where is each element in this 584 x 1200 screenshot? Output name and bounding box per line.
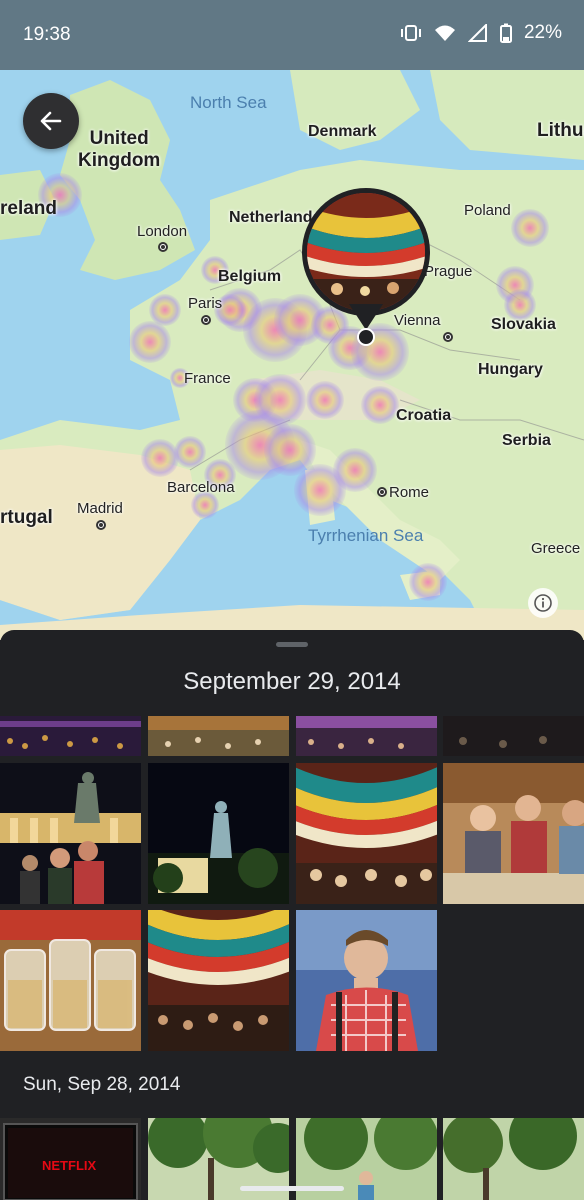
photo-thumbnail[interactable] xyxy=(0,910,141,1051)
heat-spot xyxy=(129,321,171,363)
heat-spot xyxy=(149,294,181,326)
city-dot-rome xyxy=(377,487,387,497)
heat-spot xyxy=(305,380,345,420)
map-info-button[interactable] xyxy=(528,588,558,618)
country-label-ireland: reland xyxy=(0,198,58,219)
city-label-paris: Paris xyxy=(188,295,223,312)
vibrate-icon xyxy=(400,25,421,41)
city-dot-vienna xyxy=(443,332,453,342)
photo-thumbnail[interactable]: NETFLIX xyxy=(0,1118,141,1200)
photo-thumbnail[interactable] xyxy=(443,763,584,904)
country-label-portugal: rtugal xyxy=(0,507,53,528)
city-label-prague: Prague xyxy=(424,263,473,280)
photo-location-pin[interactable] xyxy=(302,188,430,348)
city-dot-madrid xyxy=(96,520,106,530)
photo-thumbnail[interactable] xyxy=(0,763,141,904)
heat-spot xyxy=(140,438,180,478)
battery-icon xyxy=(499,23,512,43)
sea-label-tyrrhenian: Tyrrhenian Sea xyxy=(308,526,424,545)
pin-photo-thumbnail[interactable] xyxy=(302,188,430,316)
photo-thumbnail[interactable] xyxy=(296,910,437,1051)
country-label-serbia: Serbia xyxy=(502,432,551,449)
status-time: 19:38 xyxy=(23,24,71,45)
gesture-nav-handle[interactable] xyxy=(240,1186,344,1191)
cell-signal-icon xyxy=(467,24,487,42)
city-label-barcelona: Barcelona xyxy=(167,479,235,496)
arrow-back-icon xyxy=(40,111,62,131)
country-label-slovakia: Slovakia xyxy=(491,316,556,333)
photo-thumbnail[interactable] xyxy=(148,716,289,756)
photo-thumbnail[interactable] xyxy=(443,716,584,756)
country-label-uk: United Kingdom xyxy=(78,128,161,171)
photos-bottom-sheet[interactable]: September 29, 2014 Sun, Sep 28, 2014 NET… xyxy=(0,630,584,1200)
city-dot-london xyxy=(158,242,168,252)
heat-spot xyxy=(510,208,550,248)
photo-thumbnail[interactable] xyxy=(0,716,141,756)
heat-spot xyxy=(408,562,448,602)
wifi-icon xyxy=(434,25,455,41)
status-icons: 22% xyxy=(400,22,562,44)
city-dot-paris xyxy=(201,315,211,325)
pin-tail xyxy=(349,304,383,330)
city-label-madrid: Madrid xyxy=(77,500,123,517)
country-label-belgium: Belgium xyxy=(218,268,282,285)
country-label-croatia: Croatia xyxy=(396,407,452,424)
heat-spot xyxy=(360,385,400,425)
photo-thumbnail[interactable] xyxy=(443,1118,584,1200)
tv-screen-text: NETFLIX xyxy=(42,1158,97,1173)
heat-spot xyxy=(174,436,206,468)
pin-location-dot xyxy=(357,328,375,346)
photo-thumbnail[interactable] xyxy=(148,763,289,904)
city-label-rome: Rome xyxy=(389,484,430,501)
info-icon xyxy=(534,594,552,612)
photo-thumbnail[interactable] xyxy=(296,763,437,904)
sea-label-north: North Sea xyxy=(190,93,267,112)
sheet-date-title: September 29, 2014 xyxy=(183,668,401,695)
status-bar: 19:38 22% xyxy=(0,0,584,70)
city-label-london: London xyxy=(137,223,188,240)
sheet-drag-handle[interactable] xyxy=(276,642,308,647)
photo-thumbnail[interactable] xyxy=(296,716,437,756)
country-label-poland: Poland xyxy=(464,202,511,219)
back-button[interactable] xyxy=(23,93,79,149)
country-label-denmark: Denmark xyxy=(308,123,377,140)
day-section-label: Sun, Sep 28, 2014 xyxy=(23,1074,181,1095)
country-label-lithuania: Lithua xyxy=(537,120,584,141)
country-label-hungary: Hungary xyxy=(478,361,543,378)
battery-percent: 22% xyxy=(523,22,562,43)
map-view[interactable]: North Sea United Kingdom reland Denmark … xyxy=(0,0,584,640)
country-label-france: France xyxy=(184,370,231,387)
country-label-greece: Greece xyxy=(531,540,581,557)
photo-thumbnail[interactable] xyxy=(148,910,289,1051)
